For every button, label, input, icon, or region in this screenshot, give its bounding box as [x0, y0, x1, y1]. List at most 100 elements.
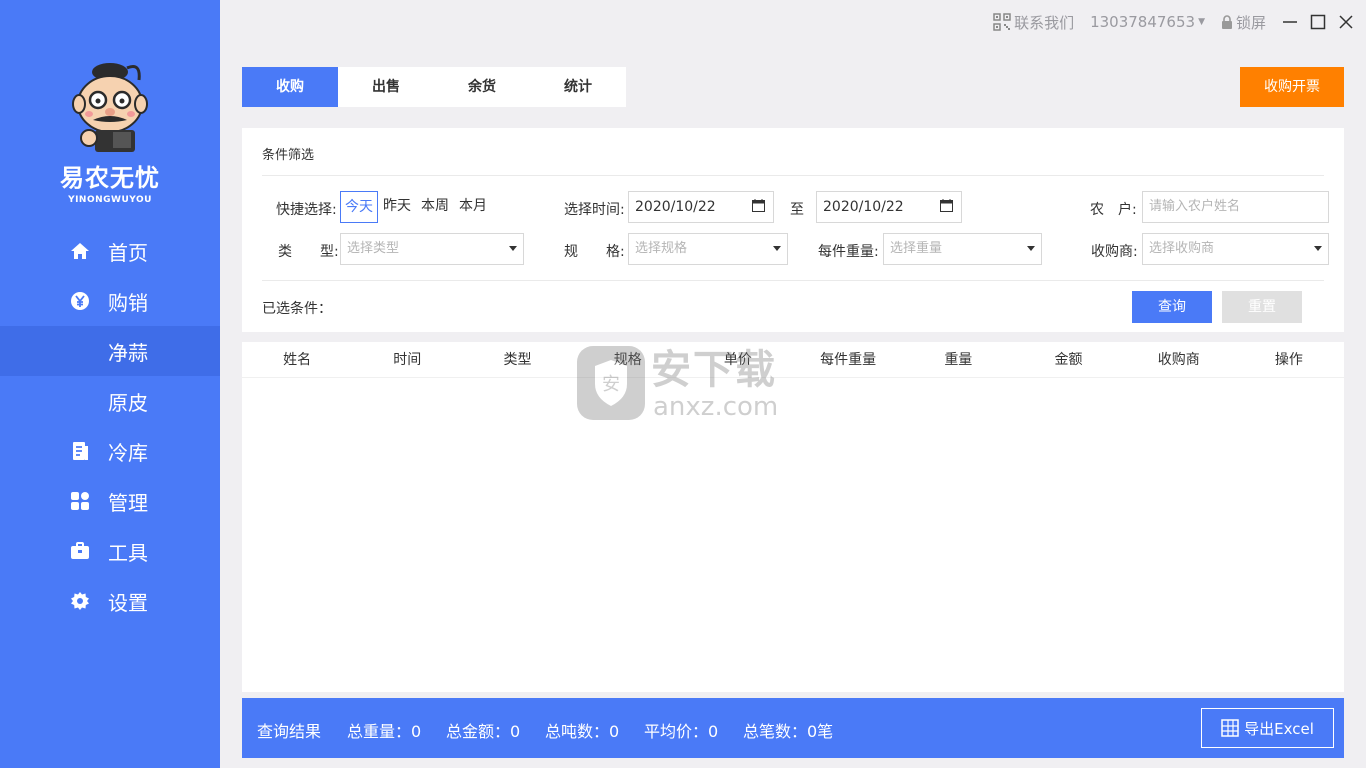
summary-bar: 查询结果 总重量：0 总金额：0 总吨数：0 平均价：0 总笔数：0笔 导出Ex… — [242, 698, 1344, 758]
buyer-select-placeholder: 选择收购商 — [1149, 241, 1215, 256]
type-label: 类 型: — [278, 244, 339, 260]
tab-surplus[interactable]: 余货 — [434, 67, 530, 107]
quick-today[interactable]: 今天 — [340, 191, 378, 223]
lock-icon — [1221, 15, 1232, 29]
sidebar-item-manage[interactable]: 管理 — [0, 476, 220, 526]
reset-button[interactable]: 重置 — [1222, 291, 1302, 323]
home-icon — [71, 243, 89, 259]
tab-sale[interactable]: 出售 — [338, 67, 434, 107]
date-to-field[interactable]: 2020/10/22 — [816, 191, 962, 223]
farmer-name-input[interactable]: 请输入农户姓名 — [1142, 191, 1329, 223]
sidebar-nav: 首页 购销 净蒜 原皮 冷库 管理 工具 设置 — [0, 226, 220, 626]
contact-us-label: 联系我们 — [1014, 13, 1075, 32]
maximize-icon — [1310, 14, 1326, 30]
purchase-invoice-button[interactable]: 收购开票 — [1240, 67, 1344, 107]
filter-title: 条件筛选 — [262, 148, 315, 163]
lock-screen-label: 锁屏 — [1235, 13, 1266, 32]
gear-icon — [71, 592, 89, 610]
chevron-down-icon — [509, 246, 517, 251]
maximize-button[interactable] — [1310, 14, 1326, 30]
export-excel-button[interactable]: 导出Excel — [1201, 708, 1334, 748]
chevron-down-icon: ▼ — [1198, 17, 1205, 27]
watermark-text-cn: 安下载 — [651, 347, 777, 393]
sidebar-item-label: 购销 — [108, 290, 148, 315]
selected-conditions-label: 已选条件： — [262, 301, 332, 317]
total-count: 总笔数：0笔 — [743, 722, 834, 741]
sidebar-item-net-garlic[interactable]: 净蒜 — [0, 326, 220, 376]
watermark: 安 安下载 anxz.com — [575, 342, 795, 424]
type-select-placeholder: 选择类型 — [347, 241, 400, 256]
type-select[interactable]: 选择类型 — [340, 233, 524, 265]
farmer-label: 农 户: — [1090, 202, 1137, 218]
column-header: 类型 — [503, 352, 532, 368]
watermark-text-en: anxz.com — [653, 392, 779, 422]
sidebar-item-cold-storage[interactable]: 冷库 — [0, 426, 220, 476]
shield-icon: 安 — [577, 346, 645, 420]
result-label: 查询结果 — [257, 722, 322, 741]
quick-this-month[interactable]: 本月 — [455, 191, 491, 223]
spec-label: 规 格: — [564, 244, 625, 260]
qr-code-icon — [993, 13, 1011, 31]
total-weight: 总重量：0 — [347, 722, 422, 741]
table-icon — [1221, 719, 1239, 737]
quick-select-label: 快捷选择: — [276, 202, 337, 218]
time-label: 选择时间: — [564, 202, 625, 218]
buyer-label: 收购商: — [1091, 244, 1138, 260]
average-price: 平均价：0 — [644, 722, 719, 741]
toolbox-icon — [71, 542, 89, 559]
sidebar: 易农无忧 YINONGWUYOU 首页 购销 净蒜 原皮 冷库 管理 工具 设置 — [0, 0, 220, 768]
calendar-icon[interactable] — [752, 199, 765, 212]
spec-select[interactable]: 选择规格 — [628, 233, 788, 265]
minimize-icon — [1283, 21, 1297, 23]
buyer-select[interactable]: 选择收购商 — [1142, 233, 1329, 265]
sidebar-item-label: 原皮 — [108, 390, 148, 415]
sidebar-item-label: 净蒜 — [108, 340, 148, 365]
column-header: 操作 — [1274, 352, 1303, 368]
calendar-icon[interactable] — [940, 199, 953, 212]
column-header: 时间 — [393, 352, 422, 368]
unit-weight-select[interactable]: 选择重量 — [883, 233, 1042, 265]
column-header: 姓名 — [283, 352, 312, 368]
document-icon — [73, 442, 88, 460]
phone-dropdown[interactable]: 13037847653 ▼ — [1090, 13, 1205, 31]
to-label: 至 — [790, 202, 804, 218]
sidebar-item-label: 冷库 — [108, 440, 148, 465]
chevron-down-icon — [773, 246, 781, 251]
date-from-field[interactable]: 2020/10/22 — [628, 191, 774, 223]
phone-number: 13037847653 — [1090, 13, 1196, 31]
tab-statistics[interactable]: 统计 — [530, 67, 626, 107]
logo: 易农无忧 YINONGWUYOU — [0, 58, 220, 205]
tab-purchase[interactable]: 收购 — [242, 67, 338, 107]
grid-icon — [71, 492, 89, 510]
total-amount: 总金额：0 — [446, 722, 521, 741]
brand-subtitle: YINONGWUYOU — [68, 195, 152, 205]
quick-this-week[interactable]: 本周 — [417, 191, 453, 223]
query-button[interactable]: 查询 — [1132, 291, 1212, 323]
divider — [262, 280, 1324, 281]
column-header: 收购商 — [1157, 352, 1200, 368]
minimize-button[interactable] — [1282, 14, 1298, 30]
sidebar-item-label: 设置 — [108, 590, 148, 615]
sidebar-item-settings[interactable]: 设置 — [0, 576, 220, 626]
date-from-value: 2020/10/22 — [635, 199, 716, 215]
sidebar-item-home[interactable]: 首页 — [0, 226, 220, 276]
yen-icon — [71, 292, 89, 310]
column-header: 重量 — [944, 352, 973, 368]
chevron-down-icon — [1314, 246, 1322, 251]
contact-us-link[interactable]: 联系我们 — [993, 12, 1074, 33]
column-header: 每件重量 — [820, 352, 877, 368]
sidebar-item-tools[interactable]: 工具 — [0, 526, 220, 576]
divider — [262, 175, 1324, 176]
sidebar-item-label: 工具 — [108, 540, 148, 565]
unit-weight-label: 每件重量: — [818, 244, 879, 260]
column-header: 金额 — [1054, 352, 1083, 368]
title-bar: 联系我们 13037847653 ▼ 锁屏 — [993, 0, 1366, 44]
lock-screen-button[interactable]: 锁屏 — [1221, 12, 1266, 33]
sidebar-item-trade[interactable]: 购销 — [0, 276, 220, 326]
brand-name: 易农无忧 — [60, 164, 160, 192]
quick-yesterday[interactable]: 昨天 — [379, 191, 415, 223]
close-button[interactable] — [1338, 14, 1354, 30]
spec-select-placeholder: 选择规格 — [635, 241, 688, 256]
sidebar-item-raw-skin[interactable]: 原皮 — [0, 376, 220, 426]
filter-panel: 条件筛选 快捷选择: 今天 昨天 本周 本月 选择时间: 2020/10/22 … — [242, 128, 1344, 332]
